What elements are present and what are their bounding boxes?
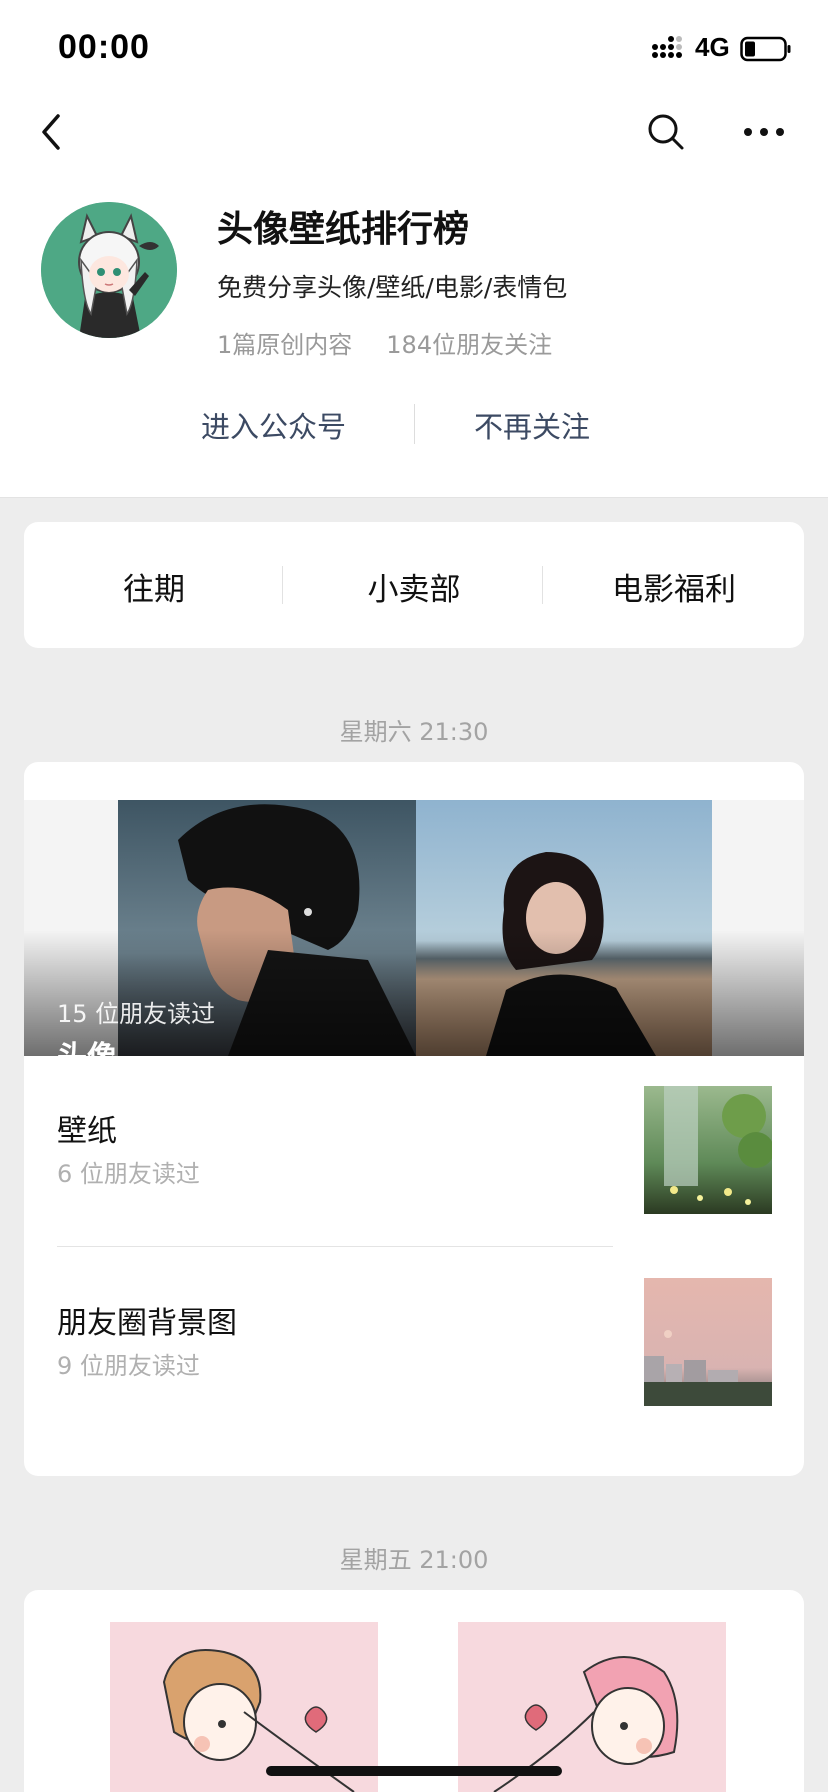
article-group-card: 15 位朋友读过 头像 壁纸 6 位朋友读过 朋友圈背景图 9 位朋友读过 [24,762,804,1476]
status-time: 00:00 [58,28,150,66]
menu-item-movie-benefits[interactable]: 电影福利 [544,564,804,609]
menu-item-past[interactable]: 往期 [24,564,284,609]
post-date: 星期五 21:00 [339,1546,489,1574]
unfollow-button[interactable]: 不再关注 [474,404,590,446]
account-stats: 1篇原创内容 184位朋友关注 [217,325,552,360]
main-article-reads: 15 位朋友读过 [57,1000,216,1028]
article-group-card [24,1590,804,1792]
avatar-illustration [41,202,177,338]
battery-icon [740,36,791,62]
action-divider [414,404,415,444]
sub-article[interactable]: 朋友圈背景图 9 位朋友读过 [24,1248,804,1438]
sub-article-title: 壁纸 [57,1114,117,1149]
account-description: 免费分享头像/壁纸/电影/表情包 [217,273,568,302]
moments-background-thumbnail [644,1278,772,1406]
sub-article-divider [57,1246,613,1247]
sub-article-reads: 6 位朋友读过 [57,1160,200,1188]
account-name: 头像壁纸排行榜 [217,209,470,250]
avatar[interactable] [41,202,177,338]
more-icon[interactable] [742,118,786,146]
wallpaper-thumbnail [644,1086,772,1214]
enter-account-button[interactable]: 进入公众号 [201,404,346,446]
menu-divider [282,566,283,604]
back-icon[interactable] [36,110,68,154]
signal-icon [652,36,682,58]
main-article-title: 头像 [57,1032,117,1056]
menu-item-shop[interactable]: 小卖部 [284,564,544,609]
action-row: 进入公众号 不再关注 [0,396,828,456]
menu-divider [542,566,543,604]
follower-count: 184位朋友关注 [386,331,553,359]
account-header: 00:00 4G 头像壁纸排行榜 免费分享头像/壁纸/电影/表情包 1篇原创内容… [0,0,828,498]
status-bar: 00:00 4G [0,0,828,100]
sub-article-title: 朋友圈背景图 [57,1306,237,1341]
home-indicator[interactable] [266,1766,562,1776]
network-label: 4G [695,32,730,62]
post-date: 星期六 21:30 [339,718,489,746]
main-article-cover[interactable]: 15 位朋友读过 头像 [24,800,804,1056]
sub-article-reads: 9 位朋友读过 [57,1352,200,1380]
nav-bar [0,100,828,170]
sub-article[interactable]: 壁纸 6 位朋友读过 [24,1056,804,1246]
account-menu: 往期 小卖部 电影福利 [24,522,804,648]
search-icon[interactable] [646,112,686,152]
original-count: 1篇原创内容 [217,331,353,359]
cover-shade [24,930,804,1056]
